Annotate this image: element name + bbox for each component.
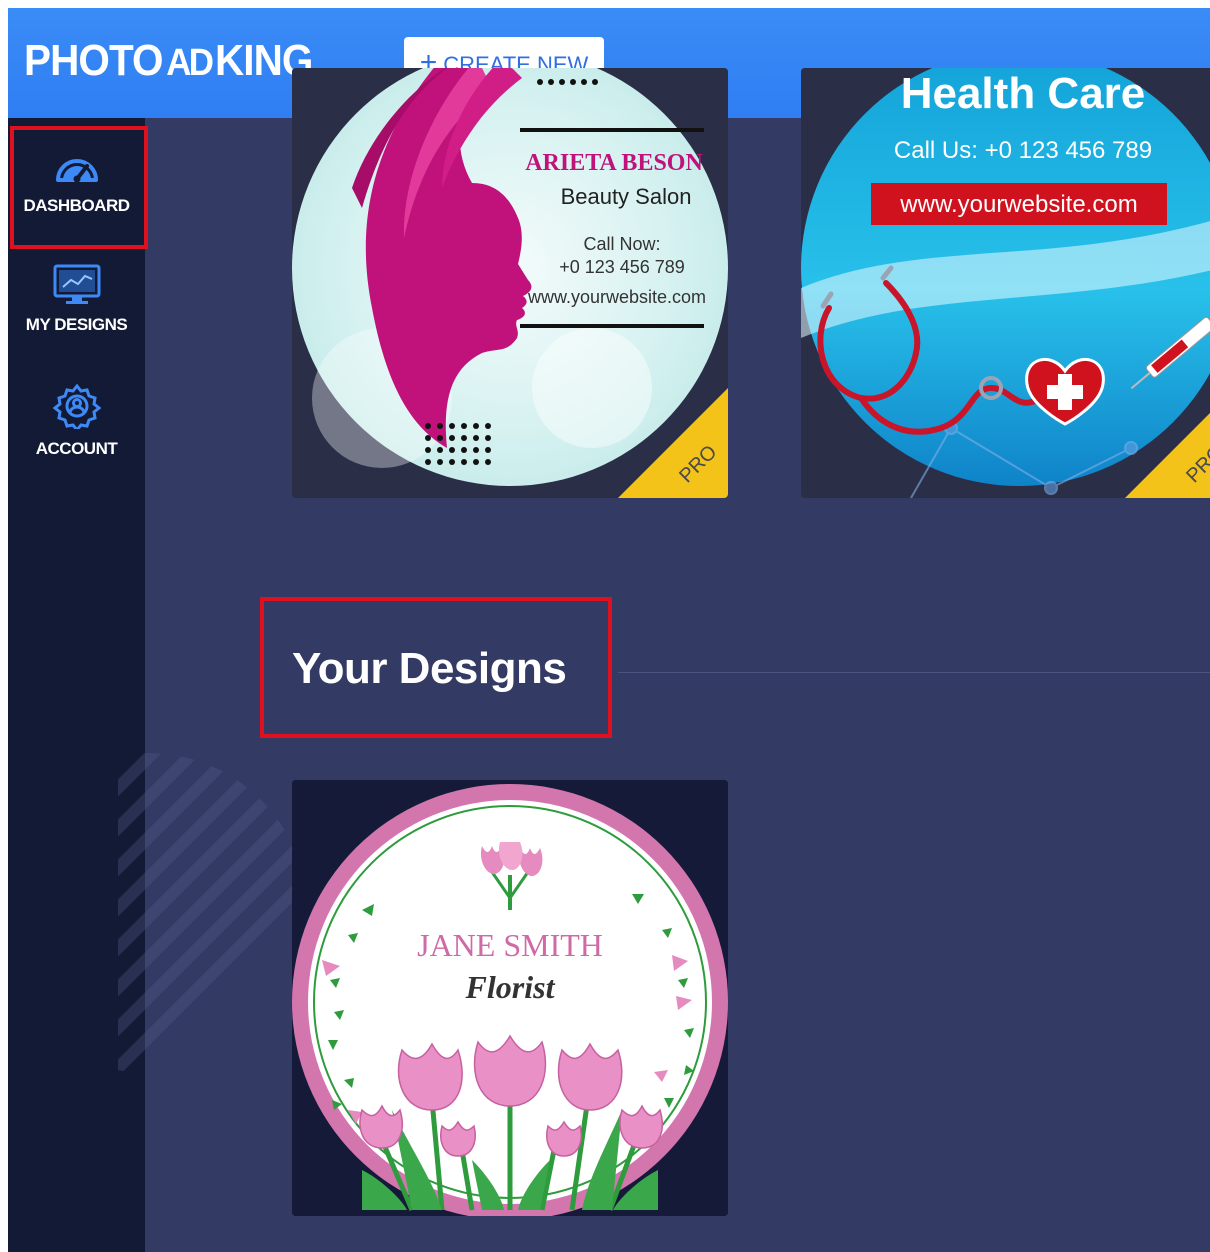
gear-user-icon <box>52 383 101 429</box>
sidebar: DASHBOARD MY DESIGNS ACCOUNT <box>8 118 145 1252</box>
design-card-florist[interactable]: JANE SMITH Florist <box>292 780 728 1216</box>
florist-design-preview: JANE SMITH Florist <box>292 780 728 1216</box>
sidebar-item-account[interactable]: ACCOUNT <box>8 383 145 459</box>
logo-text-ad: AD <box>166 42 214 84</box>
template-website-text: www.yourwebsite.com <box>899 191 1137 218</box>
template-phone-line-text: Call Us: +0 123 456 789 <box>894 137 1152 164</box>
brand-logo[interactable]: PHOTOADKING <box>24 36 313 86</box>
template-phone-text: +0 123 456 789 <box>559 257 685 277</box>
sidebar-item-label: MY DESIGNS <box>25 315 128 334</box>
background-stripes-decoration <box>118 753 308 1073</box>
template-call-label-text: Call Now: <box>583 234 660 254</box>
sidebar-item-label: ACCOUNT <box>35 439 118 458</box>
template-website-text: www.yourwebsite.com <box>527 287 706 307</box>
template-title-text: Health Care <box>901 69 1146 118</box>
template-subtitle-text: Beauty Salon <box>561 184 692 209</box>
template-card-beauty-salon[interactable]: ARIETA BESON Beauty Salon Call Now: +0 1… <box>292 68 728 498</box>
template-name-text: ARIETA BESON <box>525 150 703 176</box>
design-name-text: JANE SMITH <box>417 927 603 963</box>
sidebar-item-my-designs[interactable]: MY DESIGNS <box>8 263 145 335</box>
monitor-chart-icon <box>53 264 100 304</box>
design-role-text: Florist <box>465 969 556 1005</box>
pro-badge-ribbon <box>618 388 728 498</box>
app-window: PHOTOADKING + CREATE NEW DASHBOARD MY DE… <box>8 8 1210 1252</box>
section-divider <box>618 672 1210 673</box>
my-designs-highlight-box <box>10 126 148 249</box>
your-designs-highlight-box <box>260 597 612 738</box>
logo-text-photo: PHOTO <box>24 36 164 85</box>
template-card-health-care[interactable]: Health Care Call Us: +0 123 456 789 www.… <box>801 68 1210 498</box>
